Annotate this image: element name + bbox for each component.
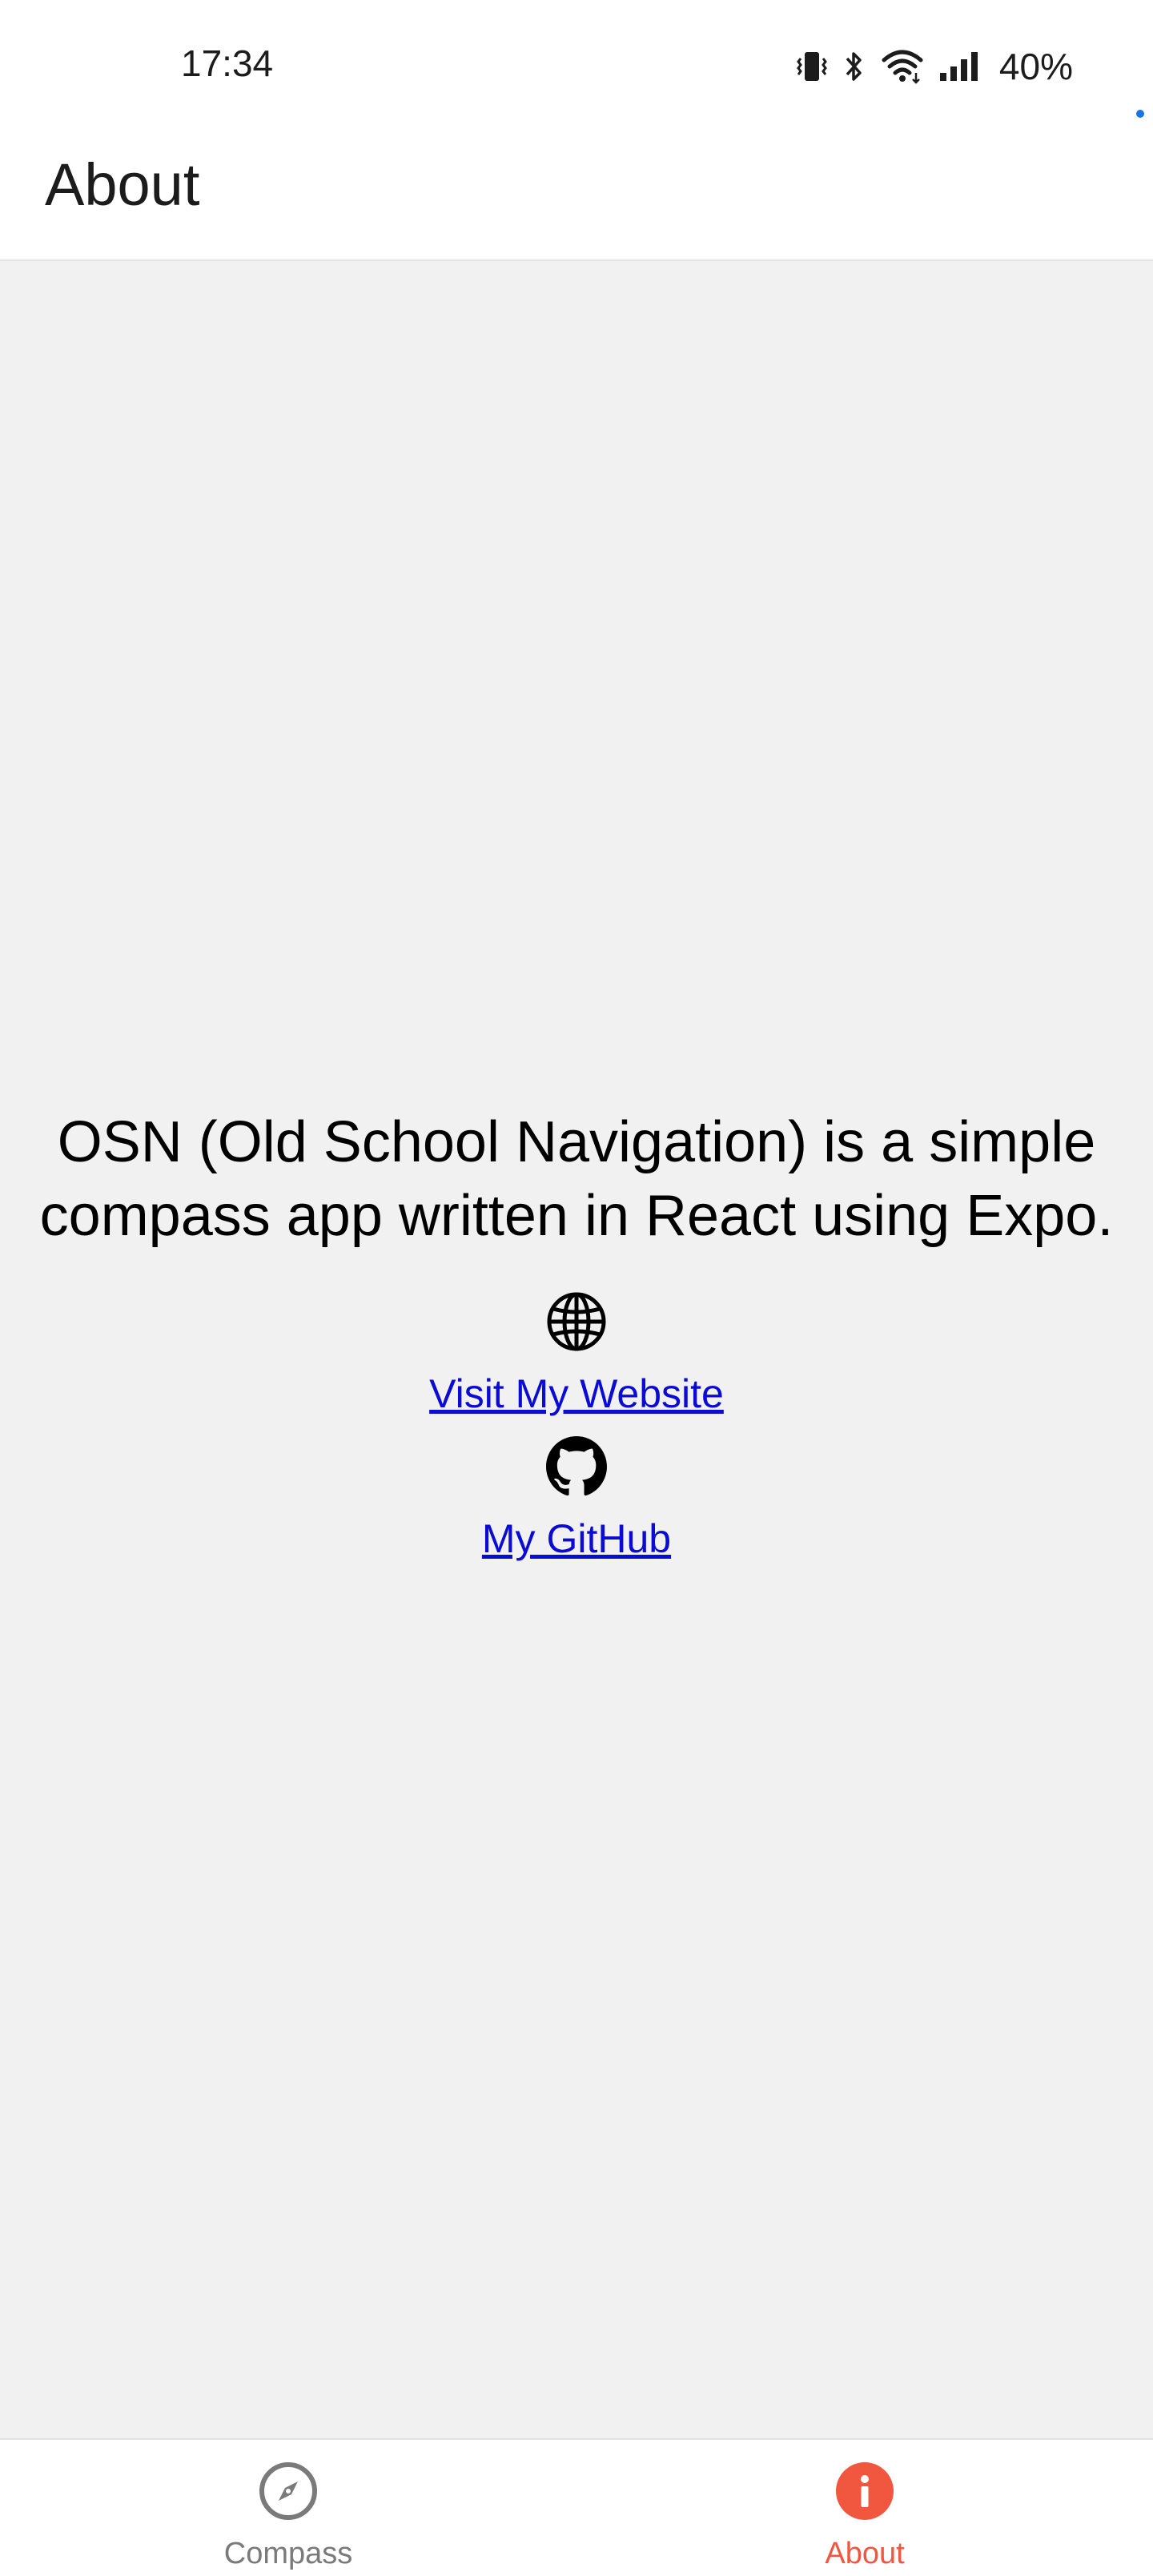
about-content: OSN (Old School Navigation) is a simple … [0,1105,1153,1562]
battery-percentage: 40% [998,46,1073,87]
github-icon[interactable] [546,1436,607,1501]
tab-compass[interactable]: Compass [0,2440,576,2576]
bluetooth-icon [842,49,866,84]
tab-about[interactable]: About [576,2440,1153,2576]
page-title: About [45,151,200,218]
visit-website-link[interactable]: Visit My Website [429,1371,724,1417]
app-description: OSN (Old School Navigation) is a simple … [39,1110,1114,1248]
app-header: About [0,135,1153,261]
vibrate-icon [796,49,828,84]
globe-icon[interactable] [546,1291,607,1356]
bottom-tab-bar: Compass About [0,2438,1153,2576]
tab-about-label: About [825,2537,905,2570]
status-bar: 17:34 40% [0,0,1153,135]
github-link[interactable]: My GitHub [482,1515,671,1562]
tab-compass-label: Compass [223,2537,353,2570]
about-screen: 17:34 40% About OSN (Old School Navigati… [0,0,1153,2576]
website-link-block: Visit My Website [0,1253,1153,1417]
status-time: 17:34 [181,42,274,84]
info-icon [834,2461,895,2526]
compass-icon [258,2461,319,2526]
notification-dot [1136,110,1144,118]
signal-icon [938,49,980,84]
wifi-icon [881,49,924,84]
github-link-block: My GitHub [0,1417,1153,1562]
status-icons: 40% [796,45,1073,88]
